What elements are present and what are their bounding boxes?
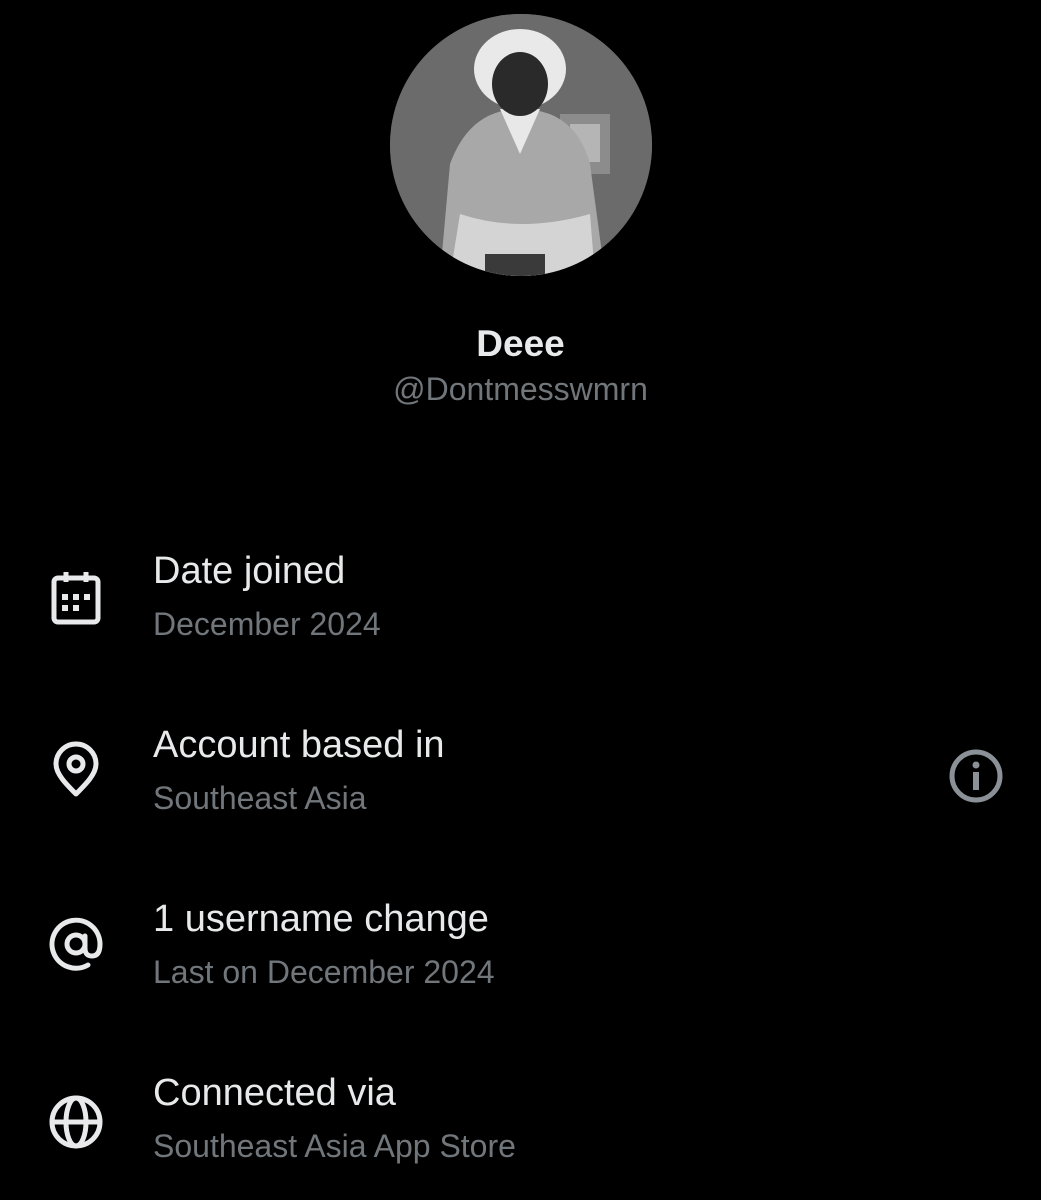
- row-subtitle: December 2024: [153, 606, 381, 642]
- row-title: Connected via: [153, 1072, 396, 1114]
- row-subtitle: Last on December 2024: [153, 954, 495, 990]
- date-joined-row: Date joined December 2024: [0, 548, 1041, 668]
- info-icon[interactable]: [944, 744, 1008, 808]
- profile-avatar[interactable]: [390, 14, 652, 276]
- account-based-in-row: Account based in Southeast Asia: [0, 722, 1041, 842]
- at-sign-icon: [44, 912, 108, 976]
- row-title: Account based in: [153, 724, 445, 766]
- display-name: Deee: [476, 323, 565, 364]
- row-subtitle: Southeast Asia App Store: [153, 1128, 516, 1164]
- globe-icon: [44, 1090, 108, 1154]
- row-subtitle: Southeast Asia: [153, 780, 367, 816]
- location-pin-icon: [44, 738, 108, 802]
- row-title: 1 username change: [153, 898, 489, 940]
- calendar-icon: [44, 566, 108, 630]
- connected-via-row: Connected via Southeast Asia App Store: [0, 1070, 1041, 1190]
- avatar-photo-icon: [390, 14, 652, 276]
- username-handle: @Dontmesswmrn: [393, 371, 648, 407]
- row-title: Date joined: [153, 550, 346, 592]
- username-change-row: 1 username change Last on December 2024: [0, 896, 1041, 1016]
